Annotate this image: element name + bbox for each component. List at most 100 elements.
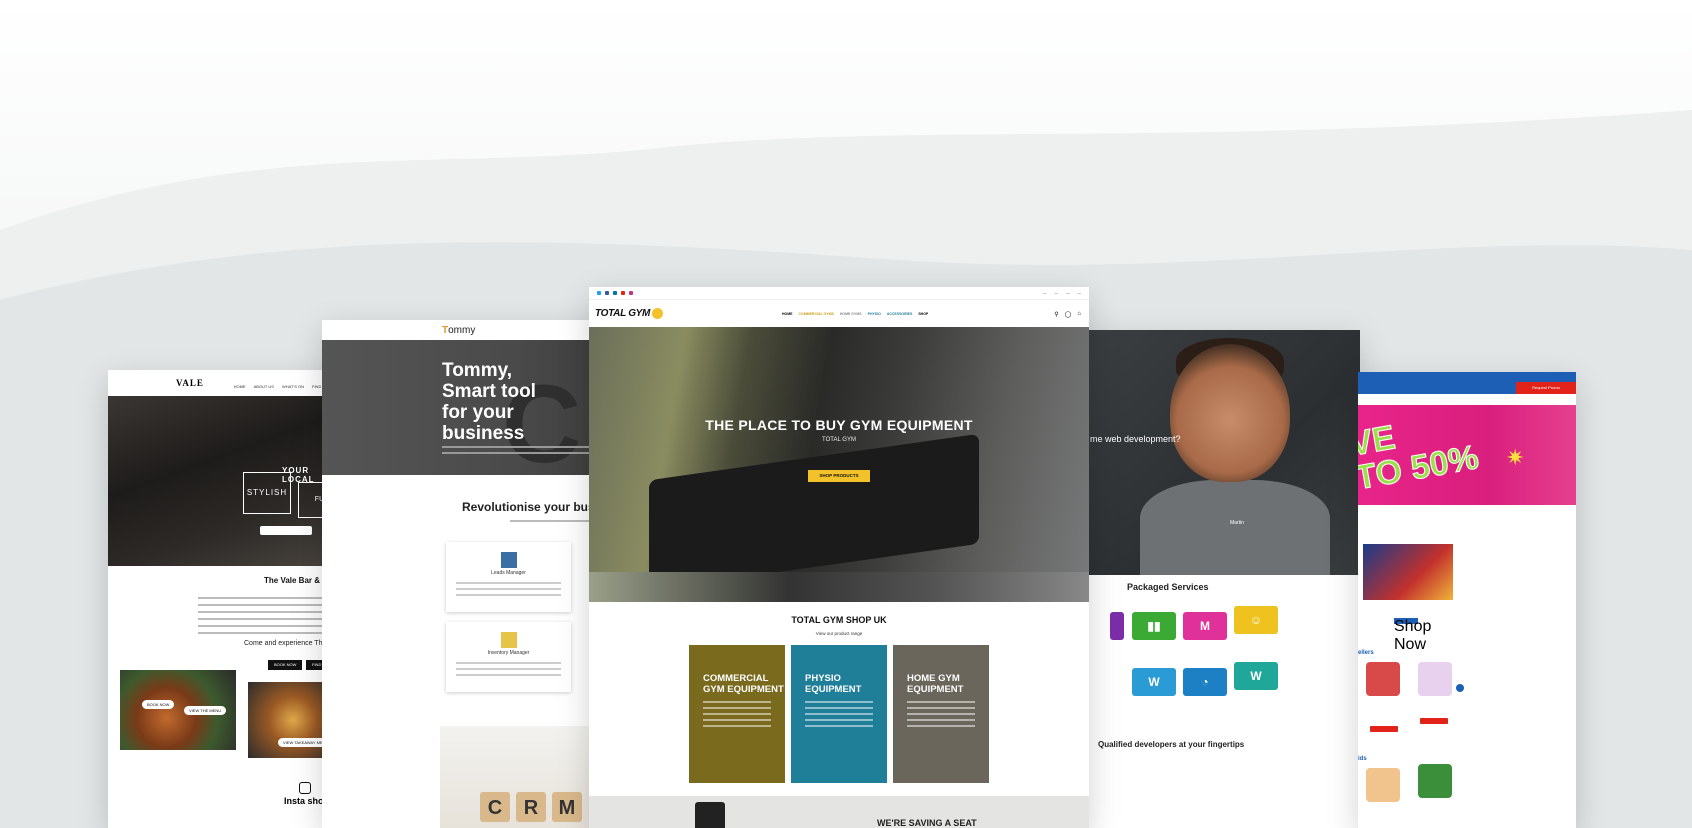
account-icon[interactable]: ◯	[1065, 311, 1072, 318]
gym-tile-commercial-title: COMMERCIAL GYM EQUIPMENT	[703, 673, 784, 695]
gym-logo[interactable]: TOTAL GYM	[595, 308, 664, 320]
toy-product-4[interactable]	[1418, 764, 1452, 798]
dev-hero-question: me web development?	[1090, 434, 1181, 444]
tommy-hero-title: Tommy, Smart tool for your business	[442, 360, 536, 444]
service-m-icon[interactable]: M	[1183, 612, 1227, 640]
service-chart-icon[interactable]: ▮▮	[1132, 612, 1176, 640]
gym-navbar: TOTAL GYM HOME COMMERCIAL GYMS HOME GYMS…	[589, 300, 1089, 328]
crm-cube-c: C	[480, 792, 510, 822]
gym-menu-physio[interactable]: PHYSIO	[868, 312, 881, 316]
toy-sale-banner[interactable]: VE TO 50% ✷	[1358, 405, 1576, 505]
toy-add-button-2[interactable]	[1420, 718, 1448, 724]
service-icon-1[interactable]	[1110, 612, 1124, 640]
vale-bar-screenshot: VALE HOME ABOUT US WHAT'S ON FIND US STY…	[108, 370, 338, 828]
gym-tile-commercial[interactable]: COMMERCIAL GYM EQUIPMENT	[689, 645, 785, 783]
dev-hero: me web development? Martin	[1080, 330, 1360, 575]
dev-person-shirt	[1140, 480, 1330, 575]
dev-person-name: Martin	[1230, 520, 1244, 526]
gym-tile-physio[interactable]: PHYSIO EQUIPMENT	[791, 645, 887, 783]
vale-header: VALE HOME ABOUT US WHAT'S ON FIND US	[108, 370, 338, 396]
gym-tile-physio-title: PHYSIO EQUIPMENT	[805, 673, 862, 695]
toy-shop-button[interactable]: Shop Now	[1394, 618, 1431, 653]
gym-social-icons	[597, 291, 633, 295]
webdev-screenshot: me web development? Martin Packaged Serv…	[1080, 330, 1360, 828]
gym-product-image	[695, 802, 725, 828]
vale-paragraph	[198, 592, 338, 639]
vale-insta-title: Insta sho	[284, 796, 324, 806]
gym-seat-section: WE'RE SAVING A SEAT	[589, 796, 1089, 828]
tommy-leads-label: Leads Manager	[491, 570, 526, 576]
linkedin-icon[interactable]	[613, 291, 617, 295]
gym-logo-text: TOTAL GYM	[595, 308, 651, 320]
tommy-hero-sub	[442, 442, 612, 458]
gym-menu-home-gyms[interactable]: HOME GYMS	[840, 312, 862, 316]
toy-star-icon: ✷	[1506, 445, 1525, 470]
toyshop-screenshot: Request Promo VE TO 50% ✷ Shop Now ellers…	[1358, 372, 1576, 828]
gym-shop-products-button[interactable]: SHOP PRODUCTS	[808, 470, 870, 482]
dev-qualified-title: Qualified developers at your fingertips	[1098, 740, 1245, 749]
vale-nav-about[interactable]: ABOUT US	[254, 384, 274, 389]
tommy-logo: Tommy	[442, 325, 475, 336]
youtube-icon[interactable]	[621, 291, 625, 295]
toy-product-1[interactable]	[1366, 662, 1400, 696]
totalgym-screenshot: — — — — TOTAL GYM HOME COMMERCIAL GYMS HOME…	[589, 287, 1089, 828]
service-wp-icon[interactable]: W	[1234, 662, 1278, 690]
toy-bestsellers-title: ellers	[1358, 650, 1374, 656]
gym-topbar: — — — —	[589, 287, 1089, 300]
toy-kids-title: ids	[1358, 756, 1367, 762]
gym-hero: THE PLACE TO BUY GYM EQUIPMENT TOTAL GYM…	[589, 327, 1089, 591]
leads-avatar-icon	[501, 552, 517, 568]
tommy-inventory-card[interactable]: Inventory Manager	[446, 622, 571, 692]
vale-come-text: Come and experience The	[244, 640, 327, 647]
gym-menu-accessories[interactable]: ACCESSORIES	[887, 312, 912, 316]
instagram-icon[interactable]	[629, 291, 633, 295]
instagram-icon[interactable]	[299, 782, 311, 794]
toy-navbar: Request Promo	[1358, 380, 1576, 394]
service-wordpress-icon[interactable]: W	[1132, 668, 1176, 696]
dev-packaged-title: Packaged Services	[1127, 582, 1209, 592]
cart-icon[interactable]: ⌂	[1077, 311, 1081, 318]
vale-logo: VALE	[176, 378, 204, 388]
gym-machine-image	[649, 433, 979, 591]
tommy-logo-text: ommy	[448, 324, 476, 336]
gym-tile-home-title: HOME GYM EQUIPMENT	[907, 673, 964, 695]
toy-subnav	[1358, 394, 1576, 404]
twitter-icon[interactable]	[597, 291, 601, 295]
toy-sale-text: VE TO 50%	[1358, 418, 1482, 498]
service-smile-icon[interactable]: ☺	[1234, 606, 1278, 634]
vale-hero-input[interactable]	[260, 526, 312, 535]
inventory-list-icon	[501, 632, 517, 648]
gym-toplinks: — — — —	[1043, 291, 1081, 295]
toy-topbar	[1358, 372, 1576, 380]
gym-seat-title: WE'RE SAVING A SEAT	[877, 818, 977, 828]
gym-tile-home[interactable]: HOME GYM EQUIPMENT	[893, 645, 989, 783]
tommy-inventory-label: Inventory Manager	[487, 650, 530, 656]
toy-add-button-1[interactable]	[1370, 726, 1398, 732]
gym-menu-shop[interactable]: SHOP	[918, 312, 928, 316]
toy-carousel-next-icon[interactable]	[1456, 684, 1464, 692]
gym-menu-commercial[interactable]: COMMERCIAL GYMS	[799, 312, 834, 316]
toy-game-image[interactable]	[1363, 544, 1453, 600]
gym-image-strip	[589, 572, 1089, 602]
toy-product-3[interactable]	[1366, 768, 1400, 802]
toy-request-button[interactable]: Request Promo	[1516, 382, 1576, 394]
facebook-icon[interactable]	[605, 291, 609, 295]
vale-nav-home[interactable]: HOME	[234, 384, 246, 389]
tommy-leads-card[interactable]: Leads Manager	[446, 542, 571, 612]
vale-steak-image: BOOK NOW VIEW THE MENU	[120, 670, 236, 750]
vale-book-pill[interactable]: BOOK NOW	[142, 700, 175, 709]
crm-cube-m: M	[552, 792, 582, 822]
vale-nav-whatson[interactable]: WHAT'S ON	[282, 384, 304, 389]
vale-menu-pill[interactable]: VIEW THE MENU	[184, 706, 227, 715]
toy-product-2[interactable]	[1418, 662, 1452, 696]
gym-shop-title: TOTAL GYM SHOP UK	[791, 615, 887, 625]
vale-book-button[interactable]: BOOK NOW	[268, 660, 303, 670]
service-gauge-icon[interactable]: ◔	[1183, 668, 1227, 696]
search-icon[interactable]: ⚲	[1054, 311, 1058, 318]
gym-menu-home[interactable]: HOME	[782, 312, 793, 316]
vale-hero: STYLISH YOUR LOCAL FUN	[108, 396, 338, 566]
gym-range-text: View our product range	[815, 631, 863, 636]
vale-nav: HOME ABOUT US WHAT'S ON FIND US	[234, 384, 328, 389]
gym-hero-title: THE PLACE TO BUY GYM EQUIPMENT	[705, 417, 973, 433]
gym-nav-icons: ⚲ ◯ ⌂	[1054, 311, 1081, 318]
